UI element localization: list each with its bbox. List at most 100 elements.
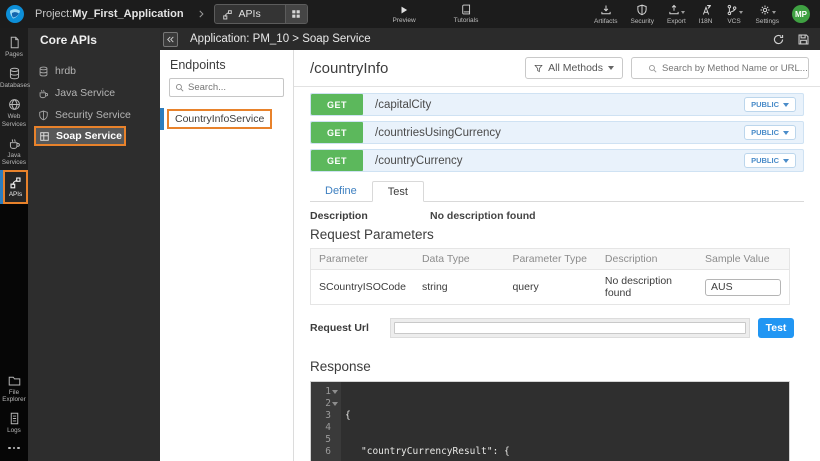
- settings-button[interactable]: Settings: [756, 4, 780, 25]
- chevron-down-icon: [783, 159, 789, 163]
- settings-label: Settings: [756, 18, 780, 25]
- chevron-down-icon: [739, 11, 743, 14]
- operations-list: GET /capitalCity PUBLIC GET /countriesUs…: [294, 87, 820, 172]
- http-method-badge: GET: [311, 122, 363, 143]
- sidebar-item-web-services[interactable]: Web Services: [0, 93, 28, 131]
- project-name: My_First_Application: [72, 8, 183, 20]
- response-code-editor[interactable]: 1 2 3 4 5 6 { "countryCurrencyResult": {…: [310, 381, 790, 461]
- security-label: Security: [630, 18, 653, 25]
- response-title: Response: [310, 359, 804, 374]
- service-path-title: /countryInfo: [310, 60, 525, 77]
- search-icon: [175, 83, 184, 92]
- operation-row[interactable]: GET /countriesUsingCurrency PUBLIC: [310, 121, 804, 144]
- project-label: Project:: [35, 8, 72, 20]
- active-indicator: [160, 108, 164, 130]
- user-avatar[interactable]: MP: [792, 5, 810, 23]
- sidebar-item-file-explorer[interactable]: File Explorer: [0, 369, 28, 407]
- access-level-label: PUBLIC: [751, 156, 779, 165]
- coffee-icon: [8, 137, 21, 150]
- methods-filter-dropdown[interactable]: All Methods: [525, 57, 623, 79]
- service-header: /countryInfo All Methods: [294, 50, 820, 87]
- main-content: /countryInfo All Methods GET /capitalCit…: [294, 50, 820, 461]
- sidebar-item-java-services[interactable]: Java Services: [0, 132, 28, 170]
- refresh-icon[interactable]: [772, 33, 785, 46]
- chevron-right-icon: [196, 9, 206, 19]
- chevron-down-icon: [783, 131, 789, 135]
- column-header: Description: [597, 249, 697, 270]
- access-level-dropdown[interactable]: PUBLIC: [744, 97, 796, 112]
- more-menu-icon[interactable]: [0, 439, 28, 458]
- application-bar: Application: PM_10 > Soap Service: [160, 28, 820, 50]
- editor-gutter: 1 2 3 4 5 6: [311, 382, 341, 461]
- folder-icon: [8, 374, 21, 387]
- sidebar-item-label: File Explorer: [0, 389, 28, 403]
- operation-row[interactable]: GET /capitalCity PUBLIC: [310, 93, 804, 116]
- sidebar-item-apis[interactable]: APIs: [3, 170, 28, 203]
- artifacts-button[interactable]: Artifacts: [594, 4, 617, 25]
- i18n-button[interactable]: I18N: [699, 4, 713, 25]
- endpoints-search-input[interactable]: [188, 82, 273, 93]
- page-icon: [8, 36, 21, 49]
- export-button[interactable]: Export: [667, 4, 686, 25]
- method-search[interactable]: [631, 57, 809, 79]
- sidebar-item-logs[interactable]: Logs: [0, 407, 28, 438]
- request-url-input[interactable]: [394, 322, 746, 334]
- security-button[interactable]: Security: [630, 4, 653, 25]
- endpoints-search[interactable]: [169, 78, 284, 97]
- app-logo-icon[interactable]: [5, 4, 25, 24]
- core-api-item-security-service[interactable]: Security Service: [28, 104, 160, 126]
- fold-icon[interactable]: [332, 402, 338, 406]
- shield-icon: [38, 110, 49, 121]
- tutorials-button[interactable]: Tutorials: [454, 4, 479, 24]
- language-icon: [700, 4, 712, 16]
- access-level-dropdown[interactable]: PUBLIC: [744, 153, 796, 168]
- database-icon: [38, 66, 49, 77]
- table-row: SCountryISOCode string query No descript…: [311, 270, 790, 305]
- preview-button[interactable]: Preview: [393, 5, 416, 24]
- code-line: "countryCurrencyResult": {: [345, 446, 789, 458]
- request-url-field-wrap: [390, 318, 750, 338]
- request-parameters-table: Parameter Data Type Parameter Type Descr…: [310, 248, 790, 305]
- parameter-name-cell: SCountryISOCode: [311, 270, 414, 305]
- request-parameters-title: Request Parameters: [310, 227, 804, 242]
- tab-test[interactable]: Test: [372, 181, 424, 202]
- fold-icon[interactable]: [332, 390, 338, 394]
- description-value: No description found: [430, 210, 536, 222]
- test-button[interactable]: Test: [758, 318, 794, 338]
- globe-icon: [8, 98, 21, 111]
- tab-apis[interactable]: APIs: [214, 4, 308, 24]
- http-method-badge: GET: [311, 94, 363, 115]
- detail-tabs: Define Test: [310, 181, 804, 202]
- filter-icon: [534, 64, 543, 73]
- data-type-cell: string: [414, 270, 504, 305]
- save-icon[interactable]: [797, 33, 810, 46]
- collapse-panel-icon[interactable]: [163, 32, 178, 47]
- method-search-input[interactable]: [662, 63, 808, 74]
- sidebar-item-pages[interactable]: Pages: [0, 31, 28, 62]
- http-method-badge: GET: [311, 150, 363, 171]
- vcs-button[interactable]: VCS: [726, 4, 743, 25]
- core-api-item-hrdb[interactable]: hrdb: [28, 60, 160, 82]
- core-apis-panel: Core APIs hrdb Java Service Security Ser…: [28, 28, 160, 461]
- sidebar-item-label: Java Services: [0, 152, 28, 166]
- tab-apis-label: APIs: [239, 8, 285, 20]
- core-api-item-java-service[interactable]: Java Service: [28, 82, 160, 104]
- application-breadcrumb: Application: PM_10 > Soap Service: [190, 33, 371, 45]
- download-icon: [600, 4, 612, 16]
- column-header: Parameter: [311, 249, 414, 270]
- project-breadcrumb[interactable]: Project:My_First_Application: [35, 8, 184, 20]
- tab-define[interactable]: Define: [310, 181, 372, 201]
- request-url-label: Request Url: [310, 322, 390, 334]
- coffee-icon: [38, 88, 49, 99]
- chevron-down-icon: [772, 11, 776, 14]
- sample-value-input[interactable]: [705, 279, 781, 296]
- sidebar-item-databases[interactable]: Databases: [0, 62, 28, 93]
- operation-row[interactable]: GET /countryCurrency PUBLIC: [310, 149, 804, 172]
- endpoints-title: Endpoints: [160, 50, 293, 78]
- core-api-item-label: Soap Service: [56, 130, 122, 142]
- description-label: Description: [310, 210, 430, 222]
- core-api-item-soap-service[interactable]: Soap Service: [34, 126, 126, 146]
- endpoint-list-item[interactable]: CountryInfoService: [160, 108, 293, 130]
- grid-icon[interactable]: [285, 4, 307, 24]
- access-level-dropdown[interactable]: PUBLIC: [744, 125, 796, 140]
